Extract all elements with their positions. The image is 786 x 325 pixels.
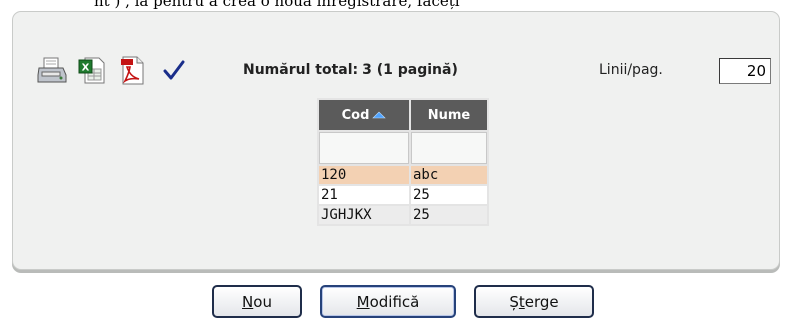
table-row[interactable]: 21 25 bbox=[319, 186, 487, 204]
column-header-cod[interactable]: Cod bbox=[319, 100, 409, 130]
filter-cod-input[interactable] bbox=[320, 133, 408, 163]
checkmark-icon[interactable] bbox=[160, 56, 188, 84]
total-value: 3 (1 pagină) bbox=[362, 62, 458, 78]
lines-per-page-input[interactable] bbox=[719, 58, 771, 84]
new-button[interactable]: Nou bbox=[212, 285, 302, 318]
table-header-row: Cod Nume bbox=[319, 100, 487, 130]
table-cell: JGHJKX bbox=[319, 206, 409, 224]
filter-cell-cod bbox=[319, 132, 409, 164]
button-label-rest: erge bbox=[524, 292, 559, 311]
button-label-rest: odifică bbox=[369, 292, 420, 311]
records-table: Cod Nume 120 abc 21 25 JGHJKX 25 bbox=[317, 98, 489, 226]
accel-key: N bbox=[242, 292, 254, 311]
table-cell: 21 bbox=[319, 186, 409, 204]
table-cell: 25 bbox=[411, 186, 487, 204]
table-row[interactable]: 120 abc bbox=[319, 166, 487, 184]
button-label-rest: ou bbox=[253, 292, 272, 311]
column-header-label: Cod bbox=[341, 107, 370, 123]
filter-cell-nume bbox=[411, 132, 487, 164]
table-cell: 120 bbox=[319, 166, 409, 184]
column-header-nume[interactable]: Nume bbox=[411, 100, 487, 130]
svg-text:X: X bbox=[82, 63, 90, 74]
accel-key: M bbox=[356, 292, 370, 311]
modify-button[interactable]: Modifică bbox=[320, 285, 456, 318]
sort-ascending-icon bbox=[372, 108, 387, 123]
table-cell: abc bbox=[411, 166, 487, 184]
delete-button[interactable]: Șterge bbox=[474, 285, 594, 318]
table-cell: 25 bbox=[411, 206, 487, 224]
action-buttons: Nou Modifică Șterge bbox=[212, 285, 612, 318]
button-label-pre: Ș bbox=[509, 292, 519, 311]
printer-icon[interactable] bbox=[36, 54, 68, 86]
instruction-text: nt ) , ia pentru a crea o nouă înregistr… bbox=[94, 0, 460, 10]
export-toolbar: X bbox=[36, 50, 188, 90]
total-records: Numărul total: 3 (1 pagină) bbox=[243, 62, 458, 78]
table-row[interactable]: JGHJKX 25 bbox=[319, 206, 487, 224]
column-header-label: Nume bbox=[427, 107, 471, 123]
total-label: Numărul total: bbox=[243, 62, 359, 78]
pdf-icon[interactable] bbox=[116, 54, 148, 86]
filter-nume-input[interactable] bbox=[412, 133, 486, 163]
excel-icon[interactable]: X bbox=[76, 54, 108, 86]
lines-per-page-label: Linii/pag. bbox=[599, 62, 663, 78]
filter-row bbox=[319, 132, 487, 164]
